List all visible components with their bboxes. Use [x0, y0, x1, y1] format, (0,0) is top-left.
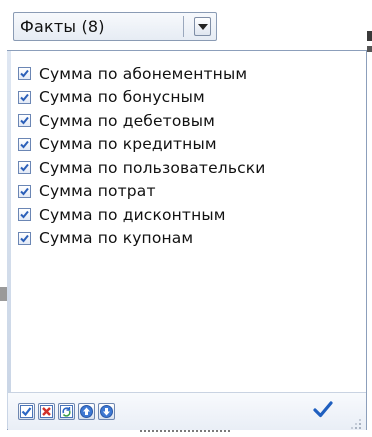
background-fragment	[367, 31, 372, 41]
uncheck-all-button[interactable]	[38, 403, 55, 420]
checkbox[interactable]	[18, 114, 31, 128]
facts-dropdown[interactable]: Факты (8)	[13, 12, 217, 41]
list-item-label: Сумма по дебетовым	[39, 111, 215, 130]
checkbox[interactable]	[18, 161, 31, 175]
checkmark-icon	[20, 211, 29, 219]
list-toolbar	[8, 392, 366, 430]
list-item-label: Сумма по дисконтным	[39, 205, 226, 224]
uncheck-all-icon	[40, 405, 53, 418]
dropdown-toggle-button[interactable]	[194, 17, 211, 36]
invert-selection-button[interactable]	[58, 403, 75, 420]
checkbox[interactable]	[18, 184, 31, 198]
list-item[interactable]: Сумма по дисконтным	[18, 203, 364, 227]
checkmark-icon	[20, 187, 29, 196]
list-item[interactable]: Сумма по дебетовым	[18, 109, 364, 133]
dropdown-separator	[183, 16, 184, 37]
facts-list: Сумма по абонементным Сумма по бонусным …	[18, 62, 364, 250]
checkbox[interactable]	[18, 137, 31, 151]
check-all-icon	[20, 405, 33, 418]
checkbox[interactable]	[18, 90, 31, 104]
checkbox[interactable]	[18, 67, 31, 81]
list-item-label: Сумма по купонам	[39, 229, 194, 248]
list-item[interactable]: Сумма по пользовательски	[18, 156, 364, 180]
resize-grip-icon[interactable]	[350, 415, 362, 429]
facts-filter-widget: Факты (8) Сумма по абонементным Сумма по…	[0, 0, 372, 437]
panel-left-edge	[7, 51, 11, 429]
checkmark-icon	[20, 70, 29, 78]
list-item-label: Сумма по абонементным	[39, 64, 248, 83]
checkmark-icon	[20, 93, 29, 102]
chevron-down-icon	[198, 24, 208, 30]
check-all-button[interactable]	[18, 403, 35, 420]
move-down-icon	[100, 405, 113, 418]
list-item-label: Сумма по кредитным	[39, 135, 217, 154]
move-up-button[interactable]	[78, 403, 95, 420]
apply-check-icon	[313, 401, 333, 418]
checkbox[interactable]	[18, 208, 31, 222]
list-item-label: Сумма потрат	[39, 182, 156, 201]
list-item[interactable]: Сумма по купонам	[18, 227, 364, 251]
list-item[interactable]: Сумма по бонусным	[18, 86, 364, 110]
facts-list-panel: Сумма по абонементным Сумма по бонусным …	[7, 50, 367, 430]
checkmark-icon	[20, 140, 29, 149]
move-up-icon	[80, 405, 93, 418]
invert-selection-icon	[60, 405, 73, 418]
background-fragment	[367, 46, 372, 52]
list-item-label: Сумма по бонусным	[39, 88, 205, 107]
list-item-label: Сумма по пользовательски	[39, 158, 266, 177]
apply-button[interactable]	[312, 399, 334, 421]
checkbox[interactable]	[18, 231, 31, 245]
checkmark-icon	[20, 117, 29, 125]
checkmark-icon	[20, 164, 29, 172]
list-item[interactable]: Сумма по кредитным	[18, 133, 364, 157]
background-fragment	[140, 430, 230, 437]
facts-dropdown-label: Факты (8)	[20, 17, 105, 36]
list-item[interactable]: Сумма потрат	[18, 180, 364, 204]
list-item[interactable]: Сумма по абонементным	[18, 62, 364, 86]
move-down-button[interactable]	[98, 403, 115, 420]
checkmark-icon	[20, 234, 29, 243]
